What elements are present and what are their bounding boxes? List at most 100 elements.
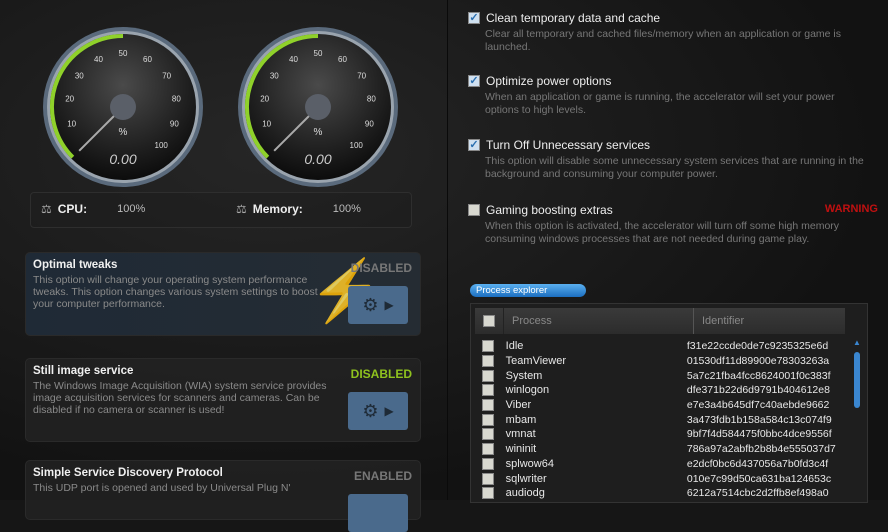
option-desc: This option will disable some unnecessar… [485, 155, 864, 180]
gauge-readout: 0.00 [304, 151, 331, 167]
gauge-tick-label: 10 [262, 120, 271, 129]
gauge-hub [305, 94, 331, 120]
table-row[interactable]: vmnat 9bf7f4d584475f0bbc4dce9556f [475, 427, 845, 442]
table-body: Idle f31e22ccde0de7c9235325e6d TeamViewer 0… [475, 339, 845, 501]
gauge-tick-label: 40 [94, 55, 103, 64]
gauge-tick-label: 80 [367, 95, 376, 104]
option-clean-temp: ✓ Clean temporary data and cache Clear al… [468, 11, 868, 53]
card-desc: This UDP port is opened and used by Univ… [33, 482, 291, 494]
column-process[interactable]: Process [503, 308, 693, 334]
checkbox[interactable]: ✓ [468, 75, 480, 87]
option-gaming-extras: Gaming boosting extras WARNING When this… [468, 203, 878, 245]
option-label: Clean temporary data and cache [486, 11, 661, 25]
process-identifier: e7e3a4b645df7c40aebde9662 [686, 399, 830, 412]
gauge-tick-label: 20 [65, 95, 74, 104]
gauge-tick-label: 80 [172, 95, 181, 104]
option-services: ✓ Turn Off Unnecessary services This opti… [468, 138, 868, 180]
option-label: Turn Off Unnecessary services [486, 138, 651, 152]
right-panel: ✓ Clean temporary data and cache Clear al… [460, 0, 888, 503]
process-name: System [505, 369, 543, 382]
gauge-hub [110, 94, 136, 120]
table-row[interactable]: winlogon dfe371b22d6d9791b404612e8 [475, 383, 845, 398]
row-checkbox[interactable] [482, 428, 495, 441]
option-desc: Clear all temporary and cached files/mem… [485, 28, 842, 53]
row-checkbox[interactable] [482, 472, 495, 485]
gauge-tick-label: 90 [170, 120, 179, 129]
card-desc: The Windows Image Acquisition (WIA) syst… [33, 380, 327, 416]
row-checkbox[interactable] [482, 369, 495, 382]
settings-play-button[interactable]: ⚙ ▶ [348, 286, 408, 324]
checkbox[interactable]: ✓ [468, 139, 480, 151]
gauge-tick-label: 20 [260, 95, 269, 104]
process-name: TeamViewer [505, 355, 566, 368]
process-name: mbam [505, 413, 537, 426]
card-desc: This option will change your operating s… [33, 274, 318, 310]
row-checkbox[interactable] [482, 413, 495, 426]
row-checkbox[interactable] [482, 355, 495, 368]
memory-value: 100% [332, 203, 361, 215]
cpu-label: CPU: [57, 202, 88, 216]
table-row[interactable]: System 5a7c21fba4fcc8624001f0c383f [475, 368, 845, 383]
memory-label: Memory: [252, 202, 303, 216]
option-power: ✓ Optimize power options When an applicat… [468, 74, 868, 116]
card-optimal-tweaks: Optimal tweaks This option will change y… [25, 252, 421, 336]
gauge-tick-label: 60 [143, 55, 152, 64]
gear-icon: ⚙ [362, 294, 379, 315]
process-name: Viber [505, 399, 532, 412]
gear-icon: ⚙ [362, 400, 379, 421]
gauge-tick-label: 90 [365, 120, 374, 129]
row-checkbox[interactable] [482, 384, 495, 397]
table-row[interactable]: sqlwriter 010e7c99d50ca631ba124653c [475, 471, 845, 486]
gauge-readout: 0.00 [109, 151, 136, 167]
gauge-tick-label: 50 [119, 49, 128, 58]
table-row[interactable]: mbam 3a473fdb1b158a584c13c074f9 [475, 412, 845, 427]
card-still-image-service: Still image service The Windows Image Ac… [25, 358, 421, 442]
process-identifier: 3a473fdb1b158a584c13c074f9 [686, 413, 832, 426]
column-identifier[interactable]: Identifier [693, 308, 744, 334]
row-checkbox[interactable] [482, 487, 495, 500]
row-checkbox[interactable] [482, 457, 495, 470]
status-badge: DISABLED [350, 367, 412, 381]
process-table: Process Identifier Idle f31e22ccde0de7c92… [470, 303, 868, 503]
scroll-up-icon[interactable]: ▲ [853, 338, 861, 347]
process-name: Idle [505, 340, 524, 353]
scrollbar-thumb[interactable] [854, 352, 860, 408]
table-row[interactable]: splwow64 e2dcf0bc6d437056a7b0fd3c4f [475, 457, 845, 472]
gauge-tick-label: 50 [314, 49, 323, 58]
gauge-tick-label: 70 [357, 71, 366, 80]
status-badge: ENABLED [353, 469, 412, 483]
left-panel: 10 20 30 40 50 60 70 80 90 100% 0.00 10 20 30 40 50 60 7… [0, 0, 448, 532]
gauge-tick-label: 30 [270, 71, 279, 80]
gauge-tick-label: 100 [350, 141, 364, 150]
gauge-tick-label: 10 [67, 120, 76, 129]
row-checkbox[interactable] [482, 340, 495, 353]
process-name: wininit [505, 443, 537, 456]
table-row[interactable]: Viber e7e3a4b645df7c40aebde9662 [475, 398, 845, 413]
status-badge: DISABLED [350, 261, 412, 275]
scrollbar[interactable]: ▲ [853, 338, 861, 498]
row-checkbox[interactable] [482, 399, 495, 412]
process-name: vmnat [505, 428, 536, 441]
table-row[interactable]: audiodg 6212a7514cbc2d2ffb8ef498a0 [475, 486, 845, 501]
cpu-gauge: 10 20 30 40 50 60 70 80 90 100% 0.00 [41, 25, 205, 189]
select-all-checkbox[interactable] [483, 315, 495, 327]
process-explorer-tab[interactable]: Process explorer [470, 284, 586, 297]
table-row[interactable]: wininit 786a97a2abfb2b8b4e555037d7 [475, 442, 845, 457]
scale-icon: ⚖ [41, 202, 52, 216]
table-row[interactable]: TeamViewer 01530df11d89900e78303263a [475, 354, 845, 369]
process-name: splwow64 [505, 457, 554, 470]
settings-play-button[interactable]: ⚙ ▶ [348, 392, 408, 430]
play-icon: ▶ [384, 404, 394, 418]
gauge-tick-label: 60 [338, 55, 347, 64]
option-label: Optimize power options [486, 74, 612, 88]
option-desc: When this option is activated, the accel… [485, 220, 840, 245]
option-desc: When an application or game is running, … [485, 91, 835, 116]
process-identifier: dfe371b22d6d9791b404612e8 [686, 384, 830, 397]
process-identifier: 6212a7514cbc2d2ffb8ef498a0 [686, 487, 829, 500]
checkbox[interactable]: ✓ [468, 12, 480, 24]
checkbox[interactable] [468, 204, 480, 216]
gauge-unit: % [119, 127, 128, 138]
table-row[interactable]: Idle f31e22ccde0de7c9235325e6d [475, 339, 845, 354]
row-checkbox[interactable] [482, 443, 495, 456]
memory-gauge: 10 20 30 40 50 60 70 80 90 100% 0.00 [236, 25, 400, 189]
